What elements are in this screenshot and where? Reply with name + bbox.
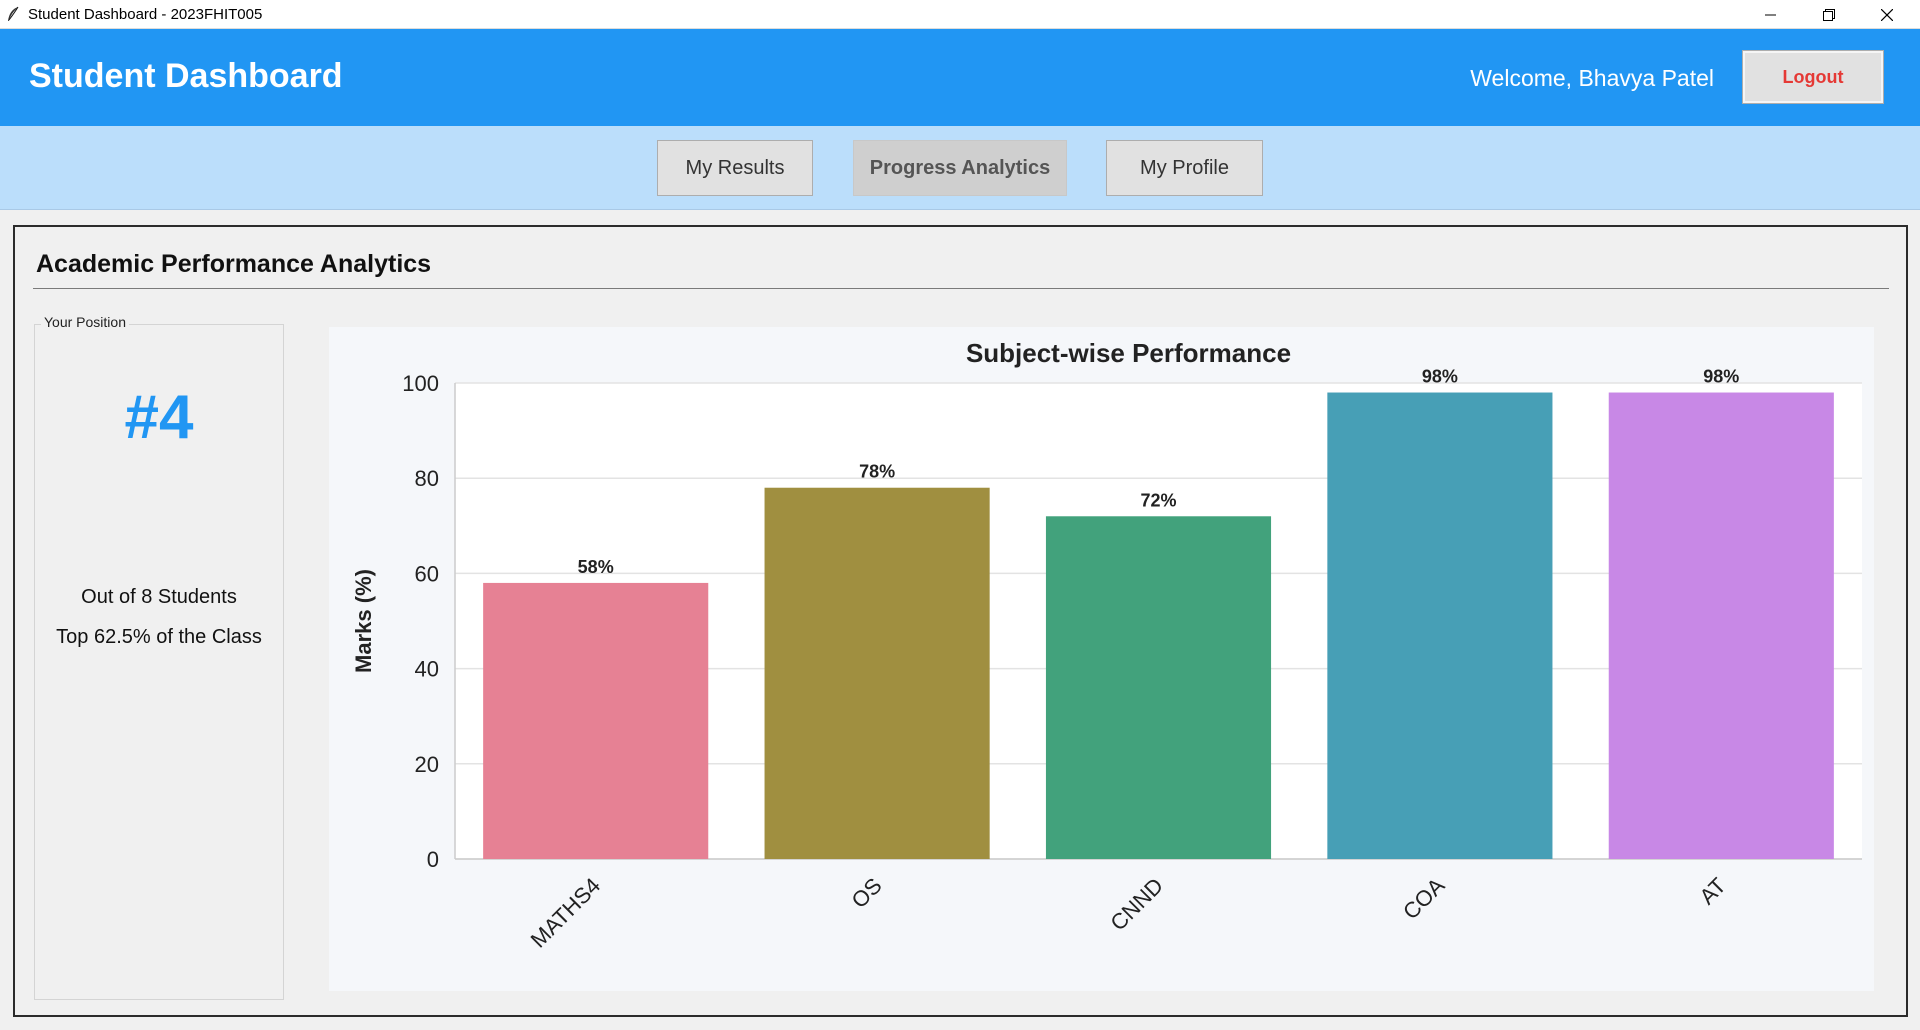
app-title: Student Dashboard bbox=[29, 57, 343, 95]
position-panel: Your Position #4 Out of 8 Students Top 6… bbox=[34, 314, 284, 1000]
close-button[interactable] bbox=[1858, 0, 1916, 29]
chart-y-tick-label: 0 bbox=[427, 847, 439, 872]
chart-bar-cnnd bbox=[1045, 516, 1272, 859]
chart-data-label: 98% bbox=[1703, 367, 1739, 387]
restore-icon bbox=[1823, 8, 1835, 21]
logout-button[interactable]: Logout bbox=[1742, 50, 1884, 104]
top-percent-text: Top 62.5% of the Class bbox=[56, 626, 262, 648]
chart-y-axis-label: Marks (%) bbox=[351, 569, 376, 673]
position-legend: Your Position bbox=[41, 314, 129, 330]
chart-bar-os bbox=[764, 487, 990, 859]
chart-data-label: 98% bbox=[1422, 367, 1458, 387]
tab-my-results[interactable]: My Results bbox=[657, 140, 813, 196]
chart-y-tick-label: 80 bbox=[415, 466, 439, 491]
restore-button[interactable] bbox=[1800, 0, 1858, 29]
chart-y-tick-label: 100 bbox=[402, 371, 439, 396]
section-header: Academic Performance Analytics bbox=[33, 247, 1889, 289]
window-titlebar: Student Dashboard - 2023FHIT005 bbox=[0, 0, 1920, 29]
chart-container: 0 20 40 60 80 100 Subject-wise Performance Mark… bbox=[315, 315, 1889, 1000]
chart-bar-maths4 bbox=[483, 582, 709, 859]
minimize-icon bbox=[1765, 14, 1776, 15]
chart-y-tick-label: 60 bbox=[415, 561, 439, 586]
performance-chart: 0 20 40 60 80 100 Subject-wise Performance Mark… bbox=[329, 327, 1874, 991]
minimize-button[interactable] bbox=[1742, 0, 1800, 29]
close-icon bbox=[1881, 8, 1893, 21]
analytics-panel: Academic Performance Analytics Your Posi… bbox=[13, 225, 1908, 1017]
tab-progress-analytics[interactable]: Progress Analytics bbox=[853, 140, 1067, 196]
welcome-text: Welcome, Bhavya Patel bbox=[1470, 65, 1714, 91]
rank-value: #4 bbox=[124, 383, 194, 452]
chart-title: Subject-wise Performance bbox=[966, 338, 1291, 368]
tab-my-profile[interactable]: My Profile bbox=[1106, 140, 1263, 196]
chart-y-tick-label: 40 bbox=[415, 657, 439, 682]
chart-data-label: 58% bbox=[578, 557, 614, 577]
nav-bar: My Results Progress Analytics My Profile bbox=[0, 126, 1920, 210]
section-title: Academic Performance Analytics bbox=[36, 250, 432, 278]
app-header: Student Dashboard Welcome, Bhavya Patel … bbox=[0, 29, 1920, 126]
chart-bar-at bbox=[1608, 392, 1834, 859]
chart-data-label: 78% bbox=[859, 462, 895, 482]
feather-icon bbox=[6, 6, 20, 22]
window-title: Student Dashboard - 2023FHIT005 bbox=[28, 6, 263, 23]
out-of-text: Out of 8 Students bbox=[81, 586, 237, 608]
chart-bar-coa bbox=[1327, 392, 1553, 859]
chart-y-tick-label: 20 bbox=[415, 752, 439, 777]
chart-data-label: 72% bbox=[1140, 490, 1176, 510]
